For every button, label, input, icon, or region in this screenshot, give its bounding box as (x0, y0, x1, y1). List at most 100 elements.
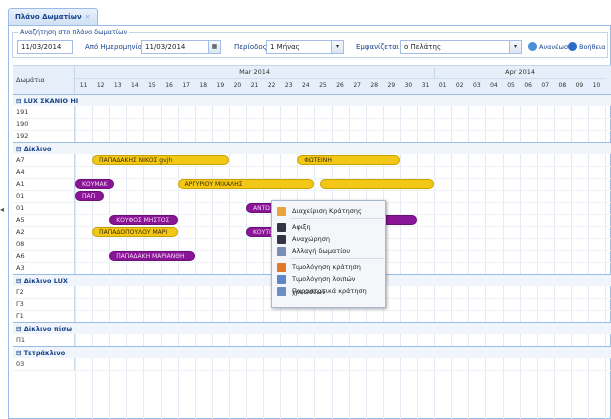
room-label: 192 (13, 130, 75, 142)
room-group-header[interactable]: ⊟ Τετράκλινο (13, 346, 611, 358)
from-date-input[interactable]: 11/03/2014 ▦ (141, 40, 221, 54)
grid-row-line (13, 166, 611, 167)
room-label: A7 (13, 154, 75, 166)
tab-close-icon[interactable]: × (85, 13, 91, 21)
show-value: ο Πελάτης (404, 43, 442, 51)
day-number: 14 (131, 82, 139, 89)
booking-bar[interactable] (319, 179, 435, 189)
day-number: 10 (592, 82, 601, 89)
day-number: 19 (216, 82, 225, 89)
booking-bar[interactable]: ΚΟΥΜΑΚ (75, 179, 115, 189)
day-number: 09 (575, 82, 584, 89)
room-label: 190 (13, 118, 75, 130)
day-number: 06 (524, 82, 532, 89)
help-icon (568, 42, 577, 51)
booking-bar[interactable]: ΚΟΥΦΟΣ ΜΗΣΤΟΣ (109, 215, 178, 225)
room-group-header[interactable]: ⊟ LUX ΣΚΑΝΙΟ ΗΙ (13, 94, 611, 106)
month-header: Apr 2014 (434, 68, 606, 79)
documents-icon (277, 287, 286, 296)
day-number: 02 (455, 82, 464, 89)
edit-icon (277, 207, 286, 216)
day-number: 20 (233, 82, 242, 89)
from-date-label: Από Ημερομηνία: (85, 43, 145, 51)
room-group-header[interactable]: ⊟ Δίκλινο (13, 142, 611, 154)
period-select[interactable]: 1 Μήνας ▾ (266, 40, 344, 54)
day-number: 26 (336, 82, 344, 89)
day-number: 28 (370, 82, 379, 89)
context-menu-label: Διαχείριση Κράτησης (292, 207, 362, 215)
room-label: 191 (13, 106, 75, 118)
period-label: Περίοδος: (234, 43, 270, 51)
chevron-down-icon[interactable]: ▾ (331, 41, 343, 53)
room-label: A3 (13, 262, 75, 274)
booking-bar[interactable]: ΠΑΠΑΔΑΚΗ ΜΑΡΙΑΝΘΗ (109, 251, 195, 261)
context-menu-label: Αναχώρηση (292, 235, 331, 243)
context-menu-item[interactable]: Παραστατικά κράτηση (272, 285, 385, 298)
day-number: 30 (404, 82, 413, 89)
refresh-icon (528, 42, 537, 51)
room-label: A2 (13, 226, 75, 238)
invoice-icon (277, 263, 286, 272)
day-number: 23 (284, 82, 293, 89)
room-label: Γ2 (13, 286, 75, 298)
grid-row-line (13, 190, 611, 191)
day-number: 18 (199, 82, 208, 89)
from-date-value: 11/03/2014 (145, 43, 186, 51)
menu-separator (290, 218, 384, 219)
context-menu-item[interactable]: Αλλαγή δωματίου (272, 245, 385, 258)
booking-bar[interactable]: ΑΡΓΥΡΙΟΥ ΜΙΧΑΛΗΣ (177, 179, 315, 189)
day-number: 01 (438, 82, 447, 89)
booking-bar[interactable]: ΠΑΠΑΔΑΚΗΣ ΝΙΚΟΣ gvjh (92, 155, 229, 165)
booking-bar[interactable]: ΦΩΤΕΙΝΗ (297, 155, 400, 165)
collapse-handle-icon[interactable]: ◂ (0, 205, 7, 235)
show-label: Εμφανίζεται: (356, 43, 402, 51)
booking-bar[interactable]: ΠΑΠΑΔΟΠΟΥΛΟΥ ΜΑΡΙ (92, 227, 178, 237)
day-number: 21 (250, 82, 259, 89)
day-number: 25 (319, 82, 327, 89)
tab-title: Πλάνο Δωματίων (15, 13, 82, 21)
period-value: 1 Μήνας (270, 43, 300, 51)
room-label: 01 (13, 190, 75, 202)
booking-bar[interactable]: ΠΑΠ (75, 191, 105, 201)
grid-row-line (13, 118, 611, 119)
date-field[interactable]: 11/03/2014 (17, 40, 73, 54)
help-button[interactable]: Βοήθεια (568, 40, 606, 54)
room-label: A5 (13, 214, 75, 226)
context-menu-label: Παραστατικά κράτηση (292, 287, 367, 295)
context-menu-item[interactable]: Διαχείριση Κράτησης (272, 205, 385, 218)
change-room-icon (277, 247, 286, 256)
day-number: 13 (113, 82, 122, 89)
room-group-header[interactable]: ⊟ Δίκλινο πίσω (13, 322, 611, 334)
arrival-icon (277, 223, 286, 232)
day-number: 05 (507, 82, 515, 89)
chevron-down-icon[interactable]: ▾ (509, 41, 521, 53)
month-header: Mar 2014 (75, 68, 435, 79)
calendar-icon[interactable]: ▦ (208, 41, 220, 53)
day-number: 17 (182, 82, 190, 89)
tab-room-plan[interactable]: Πλάνο Δωματίων × (8, 8, 98, 26)
day-number: 22 (267, 82, 276, 89)
room-label: A6 (13, 250, 75, 262)
departure-icon (277, 235, 286, 244)
room-label: 03 (13, 358, 75, 370)
day-number: 15 (148, 82, 156, 89)
day-number: 29 (387, 82, 396, 89)
grid-row-line (13, 370, 611, 371)
day-number: 31 (421, 82, 430, 89)
day-number: 08 (558, 82, 567, 89)
context-menu-label: Αλλαγή δωματίου (292, 247, 351, 255)
day-number: 07 (541, 82, 550, 89)
grid-row-line (13, 310, 611, 311)
grid-row-line (13, 130, 611, 131)
help-label: Βοήθεια (579, 43, 606, 51)
invoice-other-icon (277, 275, 286, 284)
refresh-button[interactable]: Ανανέωση (528, 40, 572, 54)
room-label: A1 (13, 178, 75, 190)
show-select[interactable]: ο Πελάτης ▾ (400, 40, 522, 54)
room-label: A4 (13, 166, 75, 178)
day-number: 24 (302, 82, 310, 89)
context-menu-label: Τιμολόγηση κράτηση (292, 263, 361, 271)
room-label: Γ1 (13, 310, 75, 322)
rooms-header: Δωμάτια (13, 66, 75, 94)
context-menu: Διαχείριση Κράτησης Αφιξη Αναχώρηση Αλλαγή … (271, 200, 386, 308)
